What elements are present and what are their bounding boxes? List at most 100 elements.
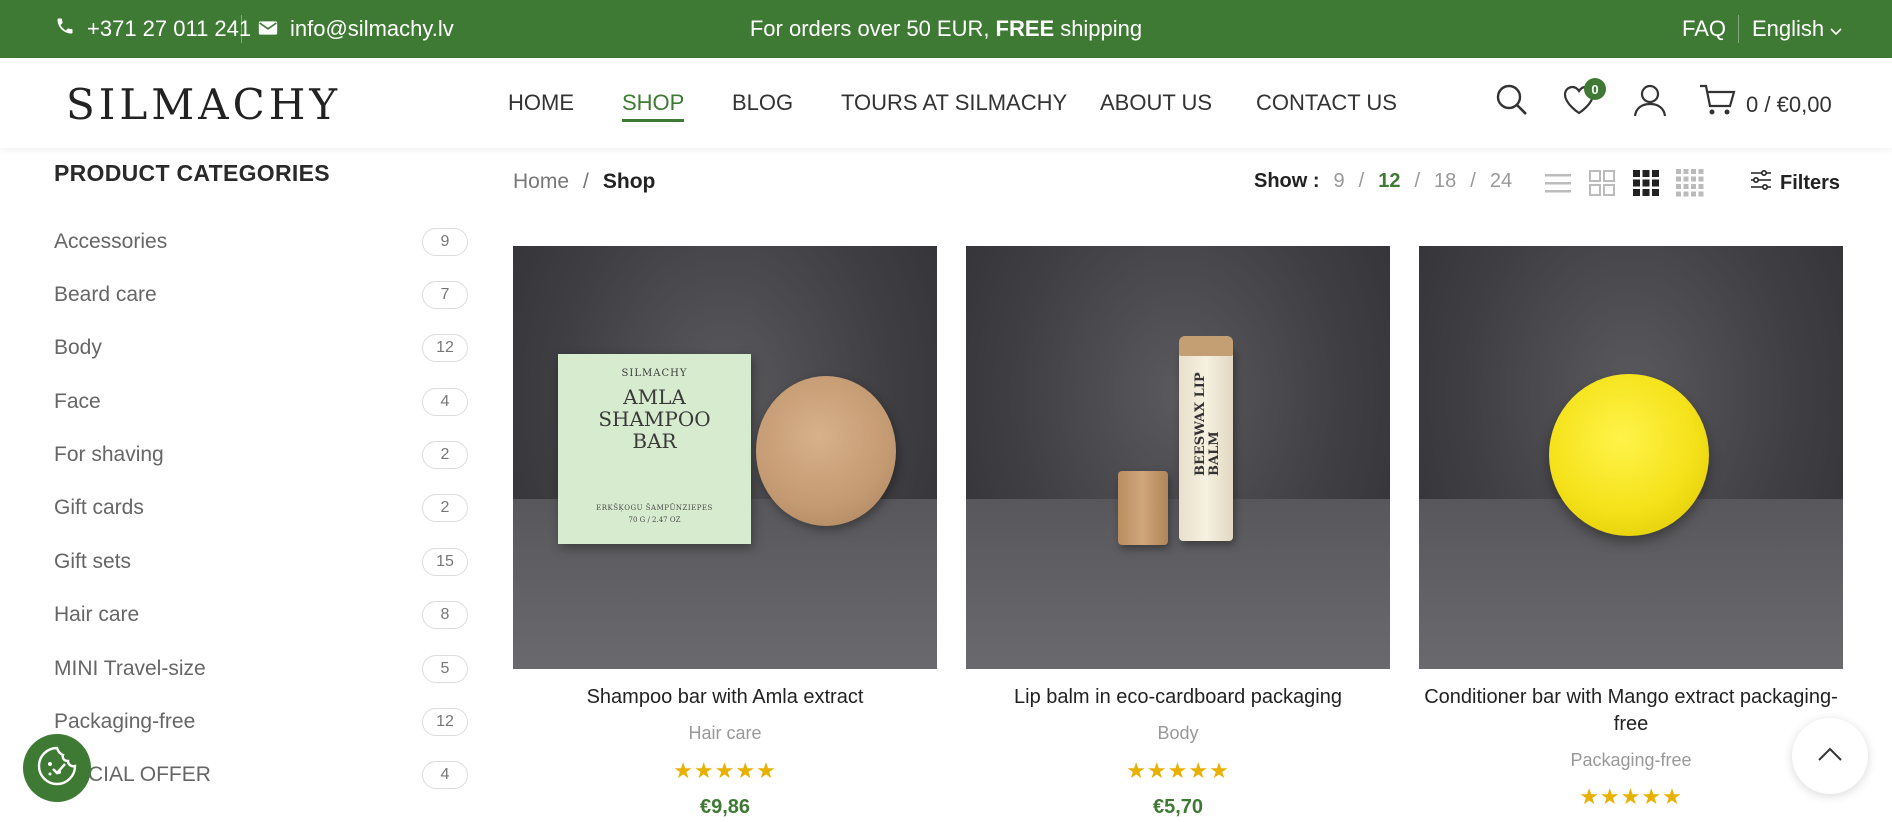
nav-home[interactable]: HOME [508,90,574,116]
category-label: Packaging-free [54,710,196,733]
nav-about[interactable]: ABOUT US [1100,90,1212,116]
category-item[interactable]: Beard care 7 [54,277,468,313]
breadcrumb: Home / Shop [513,170,655,194]
wishlist-count-badge: 0 [1584,78,1606,100]
category-label: Hair care [54,603,140,626]
list-view-button[interactable] [1542,167,1574,199]
category-label: Accessories [54,230,168,253]
per-page-option[interactable]: 24 [1490,170,1512,193]
category-item[interactable]: MINI Travel-size 5 [54,651,468,687]
product-image[interactable]: BEESWAX LIP BALM [966,246,1390,669]
shampoo-bar [756,376,896,526]
logo[interactable]: SILMACHY [66,80,341,129]
grid-2-view-button[interactable] [1586,167,1618,199]
divider [1738,15,1739,43]
product-title[interactable]: Lip balm in eco-cardboard packaging [966,684,1390,711]
category-count: 2 [422,494,468,522]
category-count: 5 [422,655,468,683]
promo-text: For orders over 50 EUR, [749,16,990,41]
category-item[interactable]: Hair care 8 [54,597,468,633]
cookie-icon [35,744,79,793]
filters-button[interactable]: Filters [1750,169,1840,196]
product-title[interactable]: Conditioner bar with Mango extract packa… [1419,684,1843,738]
product-image[interactable] [1419,246,1843,669]
cart-total: €0,00 [1776,92,1832,117]
breadcrumb-current: Shop [602,170,656,193]
cart-icon [1698,83,1736,122]
per-page-separator: / [1470,170,1476,192]
category-count: 7 [422,281,468,309]
grid-3-view-button[interactable] [1630,167,1662,199]
product-image[interactable]: SILMACHY AMLA SHAMPOO BAR ERKŠĶOGU ŠAMPŪ… [513,246,937,669]
grid-3-icon [1633,170,1659,196]
category-label: Body [54,336,102,359]
sidebar-title: PRODUCT CATEGORIES [54,160,330,186]
nav-blog[interactable]: BLOG [732,90,793,116]
filter-icon [1750,169,1772,196]
product-rating: ★★★★★ [673,758,777,783]
category-count: 12 [422,334,468,362]
category-label: Face [54,390,101,413]
category-label: Gift cards [54,496,144,519]
category-item[interactable]: Face 4 [54,384,468,420]
per-page-option[interactable]: 18 [1434,170,1456,193]
product-rating: ★★★★★ [1126,758,1230,783]
breadcrumb-home[interactable]: Home [513,170,569,194]
per-page-separator: / [1358,170,1365,192]
scroll-to-top-button[interactable] [1792,718,1868,794]
category-count: 9 [422,228,468,256]
category-count: 2 [422,441,468,469]
conditioner-bar [1549,374,1709,536]
chevron-down-icon [1830,16,1842,42]
category-item[interactable]: CIAL OFFER 4 [54,757,468,793]
cart-separator: / [1764,92,1771,117]
language-label: English [1752,16,1825,41]
language-selector[interactable]: English [1752,16,1842,42]
faq-link[interactable]: FAQ [1682,16,1726,42]
product-category[interactable]: Packaging-free [1419,750,1843,771]
grid-4-icon [1676,169,1704,197]
nav-shop[interactable]: SHOP [622,90,685,122]
box-subtitle: ERKŠĶOGU ŠAMPŪNZIEPES [596,504,713,512]
category-label: Beard care [54,283,157,306]
main-header: SILMACHY HOME SHOP BLOG TOURS AT SILMACH… [0,58,1892,148]
view-switcher [1542,167,1712,199]
product-category[interactable]: Hair care [513,723,937,744]
search-button[interactable] [1490,80,1534,124]
breadcrumb-separator: / [583,170,589,193]
grid-2-icon [1589,170,1615,196]
cart-button[interactable] [1695,80,1739,124]
category-label: Gift sets [54,550,132,573]
category-count: 8 [422,601,468,629]
box-brand: SILMACHY [621,368,688,379]
category-item[interactable]: Gift cards 2 [54,490,468,526]
top-bar: +371 27 011 241 info@silmachy.lv For ord… [0,0,1892,58]
grid-4-view-button[interactable] [1674,167,1706,199]
category-item[interactable]: Packaging-free 12 [54,704,468,740]
lip-balm-label: BEESWAX LIP BALM [1193,372,1222,476]
nav-contact[interactable]: CONTACT US [1256,90,1397,116]
cookie-settings-button[interactable] [23,734,91,802]
category-item[interactable]: Body 12 [54,330,468,366]
promo-tail: shipping [1060,16,1143,41]
cart-summary[interactable]: 0 / €0,00 [1746,92,1832,118]
per-page-option[interactable]: 9 [1334,170,1345,193]
category-sidebar: PRODUCT CATEGORIES Accessories 9 Beard ca… [54,160,468,789]
per-page-label: Show : [1254,170,1320,192]
nav-tours[interactable]: TOURS AT SILMACHY [841,90,1067,116]
product-category[interactable]: Body [966,723,1390,744]
promo-free: FREE [995,16,1055,41]
category-item[interactable]: Accessories 9 [54,224,468,260]
product-title[interactable]: Shampoo bar with Amla extract [513,684,937,711]
lip-balm-cap [1118,471,1168,545]
per-page-option-selected[interactable]: 12 [1378,170,1400,193]
lip-balm-tube: BEESWAX LIP BALM [1179,336,1233,541]
category-item[interactable]: For shaving 2 [54,437,468,473]
account-button[interactable] [1628,80,1672,124]
category-label: MINI Travel-size [54,657,206,680]
user-icon [1632,82,1668,123]
category-item[interactable]: Gift sets 15 [54,544,468,580]
promo-banner: For orders over 50 EUR, FREE shipping [0,0,1892,58]
chevron-up-icon [1817,746,1843,767]
category-label: For shaving [54,443,164,466]
